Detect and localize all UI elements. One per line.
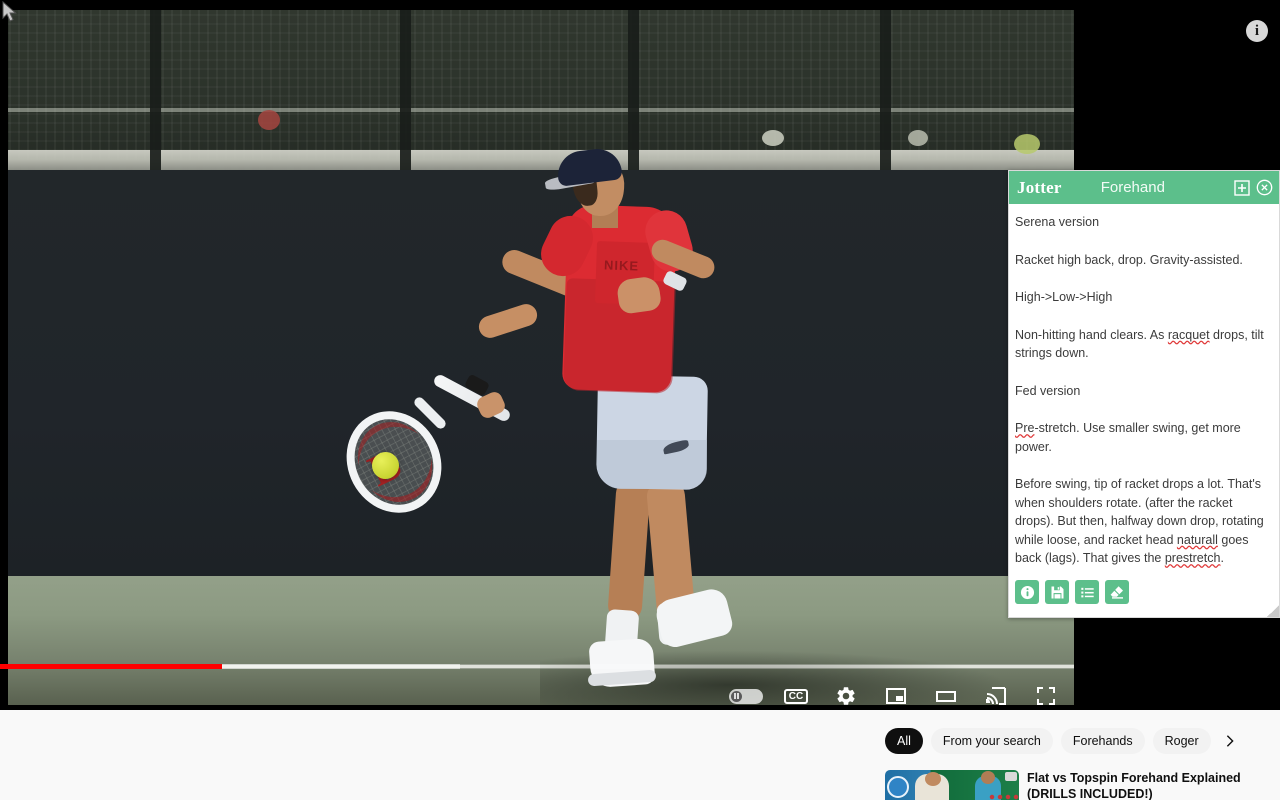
cast-icon [986, 687, 1006, 705]
jotter-note-paragraph[interactable]: Non-hitting hand clears. As racquet drop… [1015, 326, 1269, 363]
jotter-brand-label: Jotter [1017, 177, 1062, 197]
jotter-header[interactable]: Jotter Forehand [1009, 171, 1279, 204]
related-videos-rail: All From your search Forehands Roger Flat v… [885, 710, 1280, 800]
jotter-toolbar[interactable] [1009, 573, 1279, 617]
jotter-note-paragraph[interactable]: Fed version [1015, 382, 1269, 401]
tennis-ball [372, 452, 399, 479]
gear-icon [837, 687, 855, 705]
list-icon [1080, 587, 1094, 597]
autoplay-toggle[interactable] [726, 676, 766, 705]
filter-chip[interactable]: All [885, 728, 923, 754]
channel-logo-overlay [887, 776, 909, 798]
jotter-note-paragraph[interactable]: Pre-stretch. Use smaller swing, get more… [1015, 419, 1269, 456]
settings-button[interactable] [826, 676, 866, 705]
misspelled-word: racquet [1167, 327, 1210, 342]
add-note-icon[interactable] [1234, 179, 1250, 196]
info-button[interactable] [1015, 580, 1039, 604]
jotter-panel[interactable]: Jotter Forehand Serena version Racket hi… [1008, 170, 1280, 618]
list-item[interactable]: Flat vs Topspin Forehand Explained (DRIL… [885, 770, 1280, 800]
fullscreen-icon [1037, 687, 1055, 705]
filter-chip[interactable]: Forehands [1060, 728, 1145, 754]
player-back-leg [607, 478, 651, 622]
jotter-note-paragraph[interactable]: High->Low->High [1015, 288, 1269, 307]
progress-bar[interactable] [0, 664, 1074, 669]
video-thumbnail[interactable] [885, 770, 1019, 800]
jotter-resize-handle[interactable] [1267, 605, 1279, 617]
chevron-right-icon[interactable] [1219, 730, 1241, 752]
save-button[interactable] [1045, 580, 1069, 604]
video-letterbox-top [0, 0, 1280, 10]
jotter-note-paragraph[interactable]: Serena version [1015, 213, 1269, 232]
miniplayer-icon [886, 688, 906, 704]
player-shorts-shade [597, 440, 707, 489]
jotter-header-icons [1234, 179, 1273, 196]
related-video-title: Flat vs Topspin Forehand Explained (DRIL… [1027, 771, 1241, 800]
eraser-icon [1110, 586, 1123, 599]
app-root: B NIKE [0, 0, 1280, 800]
info-icon[interactable]: i [1246, 20, 1268, 42]
misspelled-word: naturall [1176, 532, 1218, 547]
close-icon[interactable] [1256, 179, 1273, 196]
list-button[interactable] [1075, 580, 1099, 604]
eraser-button[interactable] [1105, 580, 1129, 604]
shirt-brand-text: NIKE [603, 257, 640, 274]
video-letterbox-left [0, 0, 8, 710]
player-controls[interactable]: CC [0, 672, 1074, 705]
player-hitting-forearm [476, 301, 540, 341]
filter-chip[interactable]: From your search [930, 728, 1053, 754]
jotter-notes-area[interactable]: Serena version Racket high back, drop. Gr… [1009, 204, 1279, 573]
jotter-note-title: Forehand [1100, 179, 1165, 196]
cast-button[interactable] [976, 676, 1016, 705]
video-frame[interactable]: B NIKE [0, 10, 1074, 705]
theater-mode-icon [936, 691, 956, 702]
misspelled-word: Pre [1015, 421, 1035, 435]
fullscreen-button[interactable] [1026, 676, 1066, 705]
floppy-disk-icon [1051, 586, 1063, 598]
filter-chip[interactable]: Roger [1152, 728, 1211, 754]
tennis-player-figure: B NIKE [0, 10, 1074, 705]
progress-played [0, 664, 223, 669]
miniplayer-button[interactable] [876, 676, 916, 705]
misspelled-word: prestretch [1164, 551, 1221, 565]
jotter-note-paragraph[interactable]: Racket high back, drop. Gravity-assisted… [1015, 251, 1269, 270]
theater-button[interactable] [926, 676, 966, 705]
filter-chip-bar[interactable]: All From your search Forehands Roger [885, 728, 1241, 754]
info-icon [1020, 585, 1034, 599]
jotter-note-paragraph[interactable]: Before swing, tip of racket drops a lot.… [1015, 475, 1269, 568]
cc-icon: CC [783, 688, 809, 704]
subtitles-button[interactable]: CC [776, 676, 816, 705]
